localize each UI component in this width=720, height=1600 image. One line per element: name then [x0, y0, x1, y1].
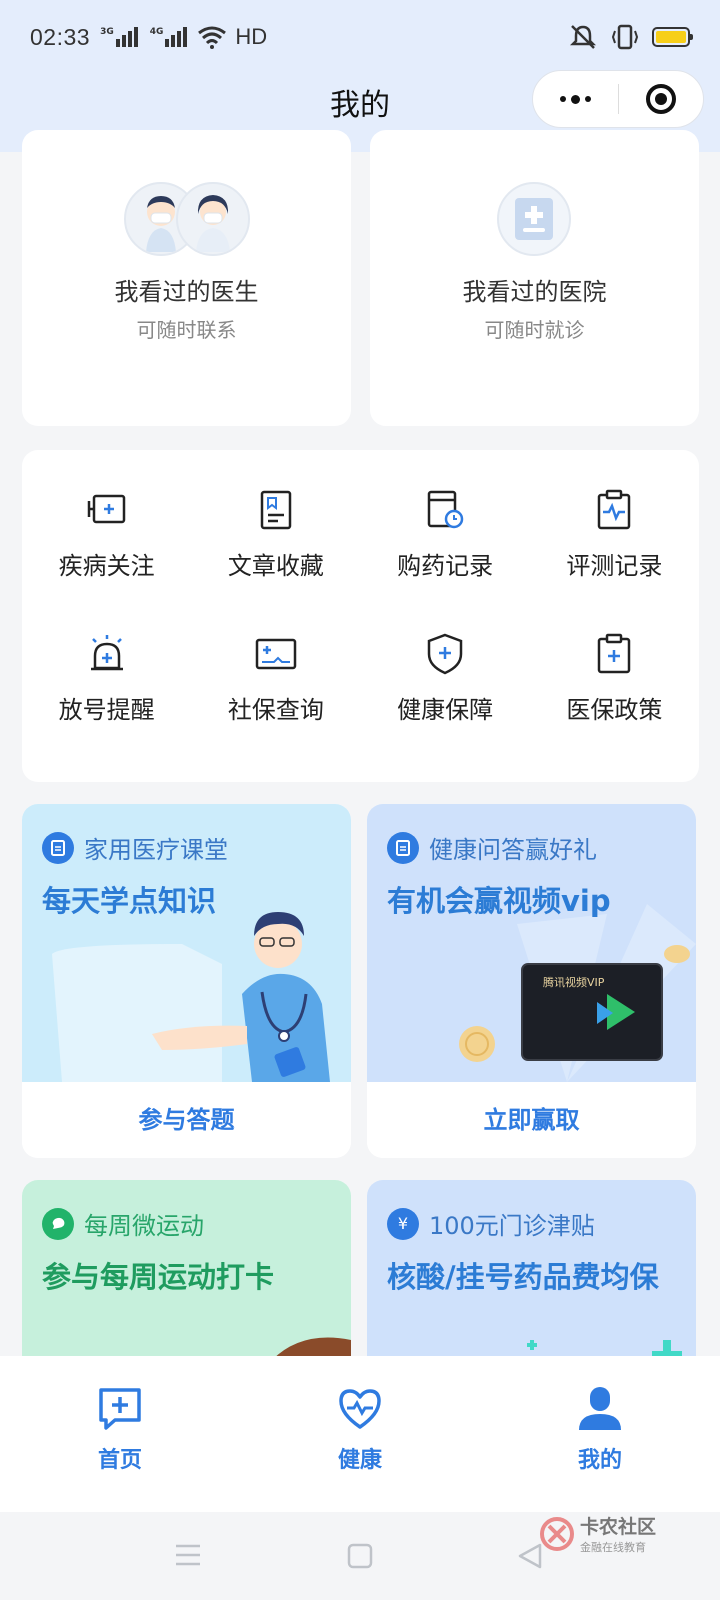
- tab-home[interactable]: 首页: [0, 1356, 240, 1512]
- clipboard-plus-icon: [598, 633, 631, 674]
- nurse-avatar-icon: [176, 182, 250, 256]
- service-label: 医保政策: [566, 696, 663, 724]
- win-now-button[interactable]: 立即赢取: [367, 1082, 696, 1158]
- visited-hospitals-subtitle: 可随时就诊: [484, 318, 585, 342]
- mini-program-capsule: [532, 70, 704, 128]
- visited-doctors-title: 我看过的医生: [114, 278, 259, 306]
- wifi-icon: [198, 26, 227, 49]
- promo-tag-label: 每周微运动: [84, 1212, 204, 1240]
- service-article-bookmark[interactable]: 文章收藏: [191, 488, 360, 632]
- promo-headline: 有机会赢视频vip: [387, 884, 611, 918]
- promo-tag: ¥ 100元门诊津贴: [387, 1206, 595, 1241]
- promo-headline: 每天学点知识: [42, 884, 217, 918]
- assessment-record-icon: [598, 489, 631, 530]
- promo-tag: 家用医疗课堂: [42, 830, 228, 865]
- promo-medical-class-card[interactable]: 家用医疗课堂 每天学点知识 参与答题: [22, 804, 351, 1158]
- service-label: 评测记录: [566, 552, 663, 580]
- watermark: 卡农社区 金融在线教育: [540, 1512, 656, 1555]
- services-card: 疾病关注 文章收藏 购药记录 评测记录 放号提醒 社保查询 健康保障 医保政策: [22, 450, 699, 782]
- promo-tag-label: 家用医疗课堂: [84, 836, 228, 864]
- hospital-icon: [497, 182, 571, 256]
- notepad-icon: [387, 831, 419, 864]
- home-square-icon[interactable]: [346, 1542, 374, 1570]
- signal-3g-icon: 3G: [100, 27, 140, 47]
- more-button[interactable]: [533, 71, 618, 127]
- tab-label: 健康: [337, 1448, 382, 1473]
- promo-health-qa-card[interactable]: 腾讯视频VIP 健康问答赢好礼 有机会赢视频vip 立即赢取: [367, 804, 696, 1158]
- signal-4g-icon: 4G: [150, 27, 190, 47]
- notepad-icon: [42, 831, 74, 864]
- disease-follow-icon: [87, 494, 125, 524]
- visited-doctors-card[interactable]: 我看过的医生 可随时联系: [22, 130, 351, 426]
- status-bar: 02:33 3G 4G HD: [30, 22, 693, 52]
- tab-health[interactable]: 健康: [240, 1356, 480, 1512]
- more-dots-icon: [559, 94, 591, 104]
- promo-tag-label: 健康问答赢好礼: [429, 836, 597, 864]
- chat-bubble-icon: [42, 1207, 74, 1240]
- tab-label: 我的: [577, 1448, 622, 1473]
- service-insurance-policy[interactable]: 医保政策: [530, 632, 699, 776]
- service-health-protection[interactable]: 健康保障: [361, 632, 530, 776]
- visited-hospitals-card[interactable]: 我看过的医院 可随时就诊: [370, 130, 699, 426]
- service-label: 健康保障: [397, 696, 494, 724]
- visited-hospitals-title: 我看过的医院: [462, 278, 607, 306]
- battery-icon: [652, 27, 693, 47]
- visited-doctors-subtitle: 可随时联系: [136, 318, 237, 342]
- vip-card-label: 腾讯视频VIP: [543, 976, 605, 989]
- vibrate-icon: [611, 24, 639, 50]
- promo-headline: 参与每周运动打卡: [42, 1260, 275, 1294]
- promo-tag-label: 100元门诊津贴: [429, 1212, 595, 1240]
- mute-icon: [569, 25, 597, 49]
- tab-mine[interactable]: 我的: [480, 1356, 720, 1512]
- close-mini-program-button[interactable]: [619, 71, 704, 127]
- alarm-bell-icon: [90, 635, 123, 671]
- user-icon: [579, 1387, 621, 1430]
- service-label: 购药记录: [397, 552, 494, 580]
- service-alarm-reminder[interactable]: 放号提醒: [22, 632, 191, 776]
- chat-plus-icon: [99, 1388, 141, 1430]
- heart-pulse-icon: [339, 1389, 381, 1429]
- service-assessment-record[interactable]: 评测记录: [530, 488, 699, 632]
- service-label: 疾病关注: [58, 552, 155, 580]
- service-disease-follow[interactable]: 疾病关注: [22, 488, 191, 632]
- promo-tag: 健康问答赢好礼: [387, 830, 597, 865]
- hd-indicator: HD: [235, 24, 268, 49]
- service-label: 社保查询: [227, 696, 324, 724]
- menu-icon[interactable]: [174, 1542, 202, 1568]
- watermark-logo-icon: [540, 1516, 574, 1551]
- yuan-coin-icon: ¥: [387, 1207, 419, 1240]
- social-insurance-icon: [255, 638, 297, 670]
- shield-plus-icon: [427, 633, 463, 675]
- service-label: 文章收藏: [227, 552, 324, 580]
- services-grid: 疾病关注 文章收藏 购药记录 评测记录 放号提醒 社保查询 健康保障 医保政策: [22, 450, 699, 776]
- watermark-subtitle: 金融在线教育: [580, 1541, 646, 1554]
- service-social-insurance[interactable]: 社保查询: [191, 632, 360, 776]
- target-circle-icon: [645, 84, 676, 114]
- service-medicine-record[interactable]: 购药记录: [361, 488, 530, 632]
- promo-headline: 核酸/挂号药品费均保: [387, 1260, 659, 1294]
- medicine-record-icon: [427, 490, 464, 529]
- join-quiz-button[interactable]: 参与答题: [22, 1082, 351, 1158]
- status-time: 02:33: [30, 23, 91, 50]
- tab-label: 首页: [97, 1448, 142, 1473]
- promo-tag: 每周微运动: [42, 1206, 204, 1241]
- bottom-tab-bar: 首页 健康 我的: [0, 1356, 720, 1512]
- service-label: 放号提醒: [58, 696, 155, 724]
- watermark-title: 卡农社区: [580, 1516, 657, 1538]
- article-bookmark-icon: [260, 490, 292, 530]
